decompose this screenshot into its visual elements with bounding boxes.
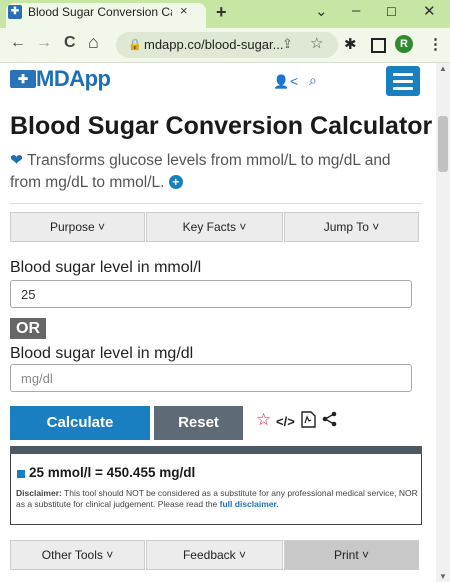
result-header-bar: [10, 446, 422, 454]
favorite-star-icon[interactable]: ☆: [256, 410, 271, 430]
tab-jump-to[interactable]: Jump To ˅: [284, 212, 419, 242]
url-text[interactable]: mdapp.co/blood-sugar...: [144, 37, 283, 52]
side-panel-icon[interactable]: [371, 38, 386, 53]
mgdl-label: Blood sugar level in mg/dl: [10, 345, 194, 362]
reload-icon[interactable]: C: [64, 34, 76, 52]
logo-icon[interactable]: ✚: [10, 70, 36, 88]
disclaimer-label: Disclaimer:: [16, 488, 62, 498]
disclaimer-text: This tool should NOT be considered as a …: [16, 488, 418, 509]
pdf-icon[interactable]: [301, 411, 316, 432]
tab-print[interactable]: Print ˅: [284, 540, 419, 570]
page-subtitle: ❤ Transforms glucose levels from mmol/L …: [10, 150, 420, 194]
page-title: Blood Sugar Conversion Calculator: [10, 112, 433, 140]
disclaimer-link[interactable]: full disclaimer.: [220, 499, 279, 509]
tab-key-facts[interactable]: Key Facts ˅: [146, 212, 283, 242]
share-icon[interactable]: <: [290, 73, 298, 89]
hamburger-bar: [393, 80, 413, 83]
tab-close-icon[interactable]: ×: [180, 3, 188, 18]
result-bullet-icon: [17, 470, 25, 478]
mgdl-input[interactable]: [10, 364, 412, 392]
or-separator: OR: [10, 318, 46, 339]
forward-icon[interactable]: →: [36, 34, 52, 52]
expand-plus-icon[interactable]: +: [168, 175, 183, 189]
mmol-input[interactable]: [10, 280, 412, 308]
scroll-up-icon[interactable]: ▲: [439, 64, 447, 73]
tab-other-tools[interactable]: Other Tools ˅: [10, 540, 145, 570]
result-value: 25 mmol/l = 450.455 mg/dl: [29, 465, 196, 480]
maximize-icon[interactable]: ☐: [386, 5, 397, 19]
extensions-puzzle-icon[interactable]: ✱: [344, 35, 357, 53]
search-icon[interactable]: ⌕: [309, 72, 317, 89]
result-panel: [10, 446, 422, 525]
browser-menu-icon[interactable]: ⋮: [428, 35, 443, 53]
scroll-down-icon[interactable]: ▼: [439, 572, 447, 581]
calculate-button[interactable]: Calculate: [10, 406, 150, 440]
site-logo[interactable]: MDApp: [36, 66, 111, 92]
new-tab-icon[interactable]: +: [216, 2, 227, 23]
back-icon[interactable]: ←: [10, 34, 26, 52]
mmol-label: Blood sugar level in mmol/l: [10, 259, 202, 276]
heart-icon[interactable]: ❤: [10, 152, 23, 169]
hamburger-bar: [393, 87, 413, 90]
lock-icon: 🔒: [128, 39, 142, 51]
profile-avatar[interactable]: R: [395, 35, 413, 53]
window-close-icon[interactable]: ✕: [423, 2, 436, 20]
hamburger-bar: [393, 73, 413, 76]
favicon-icon: ✚: [8, 5, 22, 19]
tab-search-icon[interactable]: ⌄: [315, 2, 328, 20]
disclaimer: Disclaimer: This tool should NOT be cons…: [16, 488, 418, 510]
share-icon[interactable]: [322, 411, 337, 431]
minimize-icon[interactable]: –: [352, 2, 360, 19]
home-icon[interactable]: ⌂: [88, 32, 99, 53]
embed-code-icon[interactable]: </>: [276, 414, 295, 429]
user-account-icon[interactable]: 👤: [273, 74, 289, 90]
tab-title: Blood Sugar Conversion Calculat: [28, 5, 172, 19]
share-page-icon[interactable]: ⇪: [282, 36, 293, 52]
reset-button[interactable]: Reset: [154, 406, 243, 440]
bookmark-star-icon[interactable]: ☆: [310, 34, 323, 52]
scrollbar-thumb[interactable]: [438, 116, 448, 172]
tab-feedback[interactable]: Feedback ˅: [146, 540, 283, 570]
tab-purpose[interactable]: Purpose ˅: [10, 212, 145, 242]
divider: [10, 203, 422, 204]
subtitle-text: Transforms glucose levels from mmol/L to…: [10, 152, 391, 191]
